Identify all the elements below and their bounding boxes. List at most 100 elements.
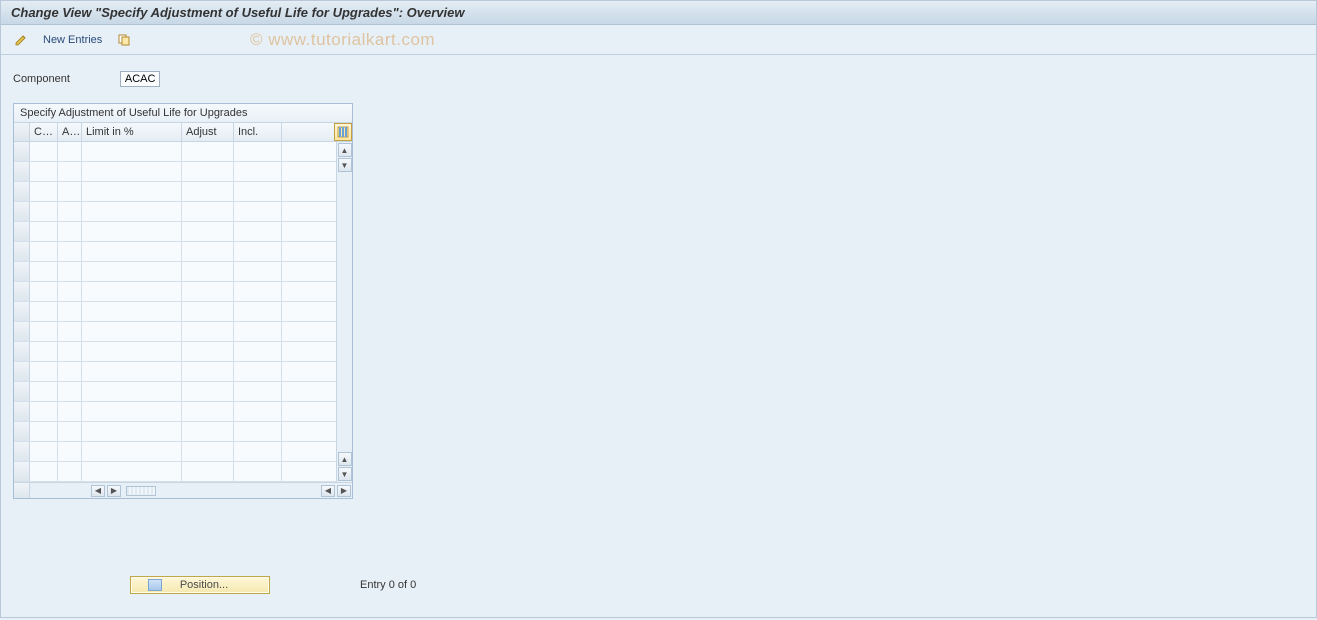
cell-limit[interactable] xyxy=(82,222,182,241)
scroll-thumb[interactable] xyxy=(126,486,156,496)
cell-ac[interactable] xyxy=(58,342,82,361)
row-selector[interactable] xyxy=(14,462,30,481)
row-selector[interactable] xyxy=(14,342,30,361)
cell-ac[interactable] xyxy=(58,402,82,421)
cell-ac[interactable] xyxy=(58,182,82,201)
cell-co[interactable] xyxy=(30,302,58,321)
copy-icon[interactable] xyxy=(114,30,134,50)
cell-incl[interactable] xyxy=(234,162,282,181)
row-selector-header[interactable] xyxy=(14,123,30,141)
cell-ac[interactable] xyxy=(58,382,82,401)
cell-limit[interactable] xyxy=(82,302,182,321)
cell-incl[interactable] xyxy=(234,182,282,201)
table-row[interactable] xyxy=(14,282,336,302)
table-row[interactable] xyxy=(14,342,336,362)
cell-ac[interactable] xyxy=(58,302,82,321)
table-row[interactable] xyxy=(14,362,336,382)
cell-co[interactable] xyxy=(30,362,58,381)
cell-adjust[interactable] xyxy=(182,362,234,381)
table-row[interactable] xyxy=(14,202,336,222)
column-header-limit[interactable]: Limit in % xyxy=(82,123,182,141)
table-row[interactable] xyxy=(14,242,336,262)
cell-incl[interactable] xyxy=(234,222,282,241)
cell-adjust[interactable] xyxy=(182,162,234,181)
cell-co[interactable] xyxy=(30,322,58,341)
cell-limit[interactable] xyxy=(82,242,182,261)
cell-incl[interactable] xyxy=(234,422,282,441)
position-button[interactable]: Position... xyxy=(130,576,270,594)
scroll-right-icon[interactable]: ▶ xyxy=(337,485,351,497)
cell-ac[interactable] xyxy=(58,442,82,461)
edit-icon[interactable] xyxy=(11,30,31,50)
cell-incl[interactable] xyxy=(234,322,282,341)
table-row[interactable] xyxy=(14,402,336,422)
cell-adjust[interactable] xyxy=(182,442,234,461)
table-row[interactable] xyxy=(14,302,336,322)
cell-ac[interactable] xyxy=(58,422,82,441)
scroll-left-icon[interactable]: ◀ xyxy=(91,485,105,497)
horizontal-scrollbar[interactable]: ◀ ▶ ◀ ▶ xyxy=(14,482,352,498)
cell-adjust[interactable] xyxy=(182,342,234,361)
row-selector[interactable] xyxy=(14,422,30,441)
cell-limit[interactable] xyxy=(82,402,182,421)
cell-co[interactable] xyxy=(30,462,58,481)
column-header-incl[interactable]: Incl. xyxy=(234,123,282,141)
cell-incl[interactable] xyxy=(234,442,282,461)
cell-ac[interactable] xyxy=(58,262,82,281)
cell-co[interactable] xyxy=(30,402,58,421)
cell-co[interactable] xyxy=(30,162,58,181)
cell-limit[interactable] xyxy=(82,182,182,201)
cell-ac[interactable] xyxy=(58,242,82,261)
row-selector[interactable] xyxy=(14,282,30,301)
cell-incl[interactable] xyxy=(234,242,282,261)
cell-limit[interactable] xyxy=(82,382,182,401)
cell-co[interactable] xyxy=(30,342,58,361)
cell-ac[interactable] xyxy=(58,362,82,381)
cell-limit[interactable] xyxy=(82,202,182,221)
cell-co[interactable] xyxy=(30,282,58,301)
column-header-co[interactable]: Co... xyxy=(30,123,58,141)
row-selector[interactable] xyxy=(14,182,30,201)
cell-co[interactable] xyxy=(30,442,58,461)
table-row[interactable] xyxy=(14,422,336,442)
cell-ac[interactable] xyxy=(58,202,82,221)
row-selector[interactable] xyxy=(14,262,30,281)
cell-limit[interactable] xyxy=(82,422,182,441)
cell-co[interactable] xyxy=(30,222,58,241)
cell-limit[interactable] xyxy=(82,262,182,281)
cell-adjust[interactable] xyxy=(182,422,234,441)
cell-incl[interactable] xyxy=(234,402,282,421)
cell-adjust[interactable] xyxy=(182,202,234,221)
cell-adjust[interactable] xyxy=(182,262,234,281)
cell-incl[interactable] xyxy=(234,362,282,381)
table-row[interactable] xyxy=(14,462,336,482)
row-selector[interactable] xyxy=(14,142,30,161)
cell-incl[interactable] xyxy=(234,282,282,301)
cell-co[interactable] xyxy=(30,202,58,221)
cell-incl[interactable] xyxy=(234,142,282,161)
vertical-scrollbar[interactable]: ▲ ▼ ▲ ▼ xyxy=(336,142,352,482)
cell-co[interactable] xyxy=(30,422,58,441)
column-header-adjust[interactable]: Adjust xyxy=(182,123,234,141)
table-row[interactable] xyxy=(14,442,336,462)
scroll-up-step-icon[interactable]: ▲ xyxy=(338,452,352,466)
cell-limit[interactable] xyxy=(82,462,182,481)
cell-co[interactable] xyxy=(30,242,58,261)
row-selector[interactable] xyxy=(14,302,30,321)
table-row[interactable] xyxy=(14,182,336,202)
component-value[interactable]: ACAC xyxy=(120,71,161,87)
cell-adjust[interactable] xyxy=(182,302,234,321)
cell-incl[interactable] xyxy=(234,202,282,221)
row-selector[interactable] xyxy=(14,402,30,421)
cell-ac[interactable] xyxy=(58,222,82,241)
cell-co[interactable] xyxy=(30,262,58,281)
cell-ac[interactable] xyxy=(58,282,82,301)
cell-adjust[interactable] xyxy=(182,182,234,201)
scroll-up-icon[interactable]: ▲ xyxy=(338,143,352,157)
column-header-ac[interactable]: Ac... xyxy=(58,123,82,141)
row-selector[interactable] xyxy=(14,222,30,241)
cell-adjust[interactable] xyxy=(182,222,234,241)
cell-incl[interactable] xyxy=(234,262,282,281)
cell-ac[interactable] xyxy=(58,142,82,161)
table-row[interactable] xyxy=(14,222,336,242)
